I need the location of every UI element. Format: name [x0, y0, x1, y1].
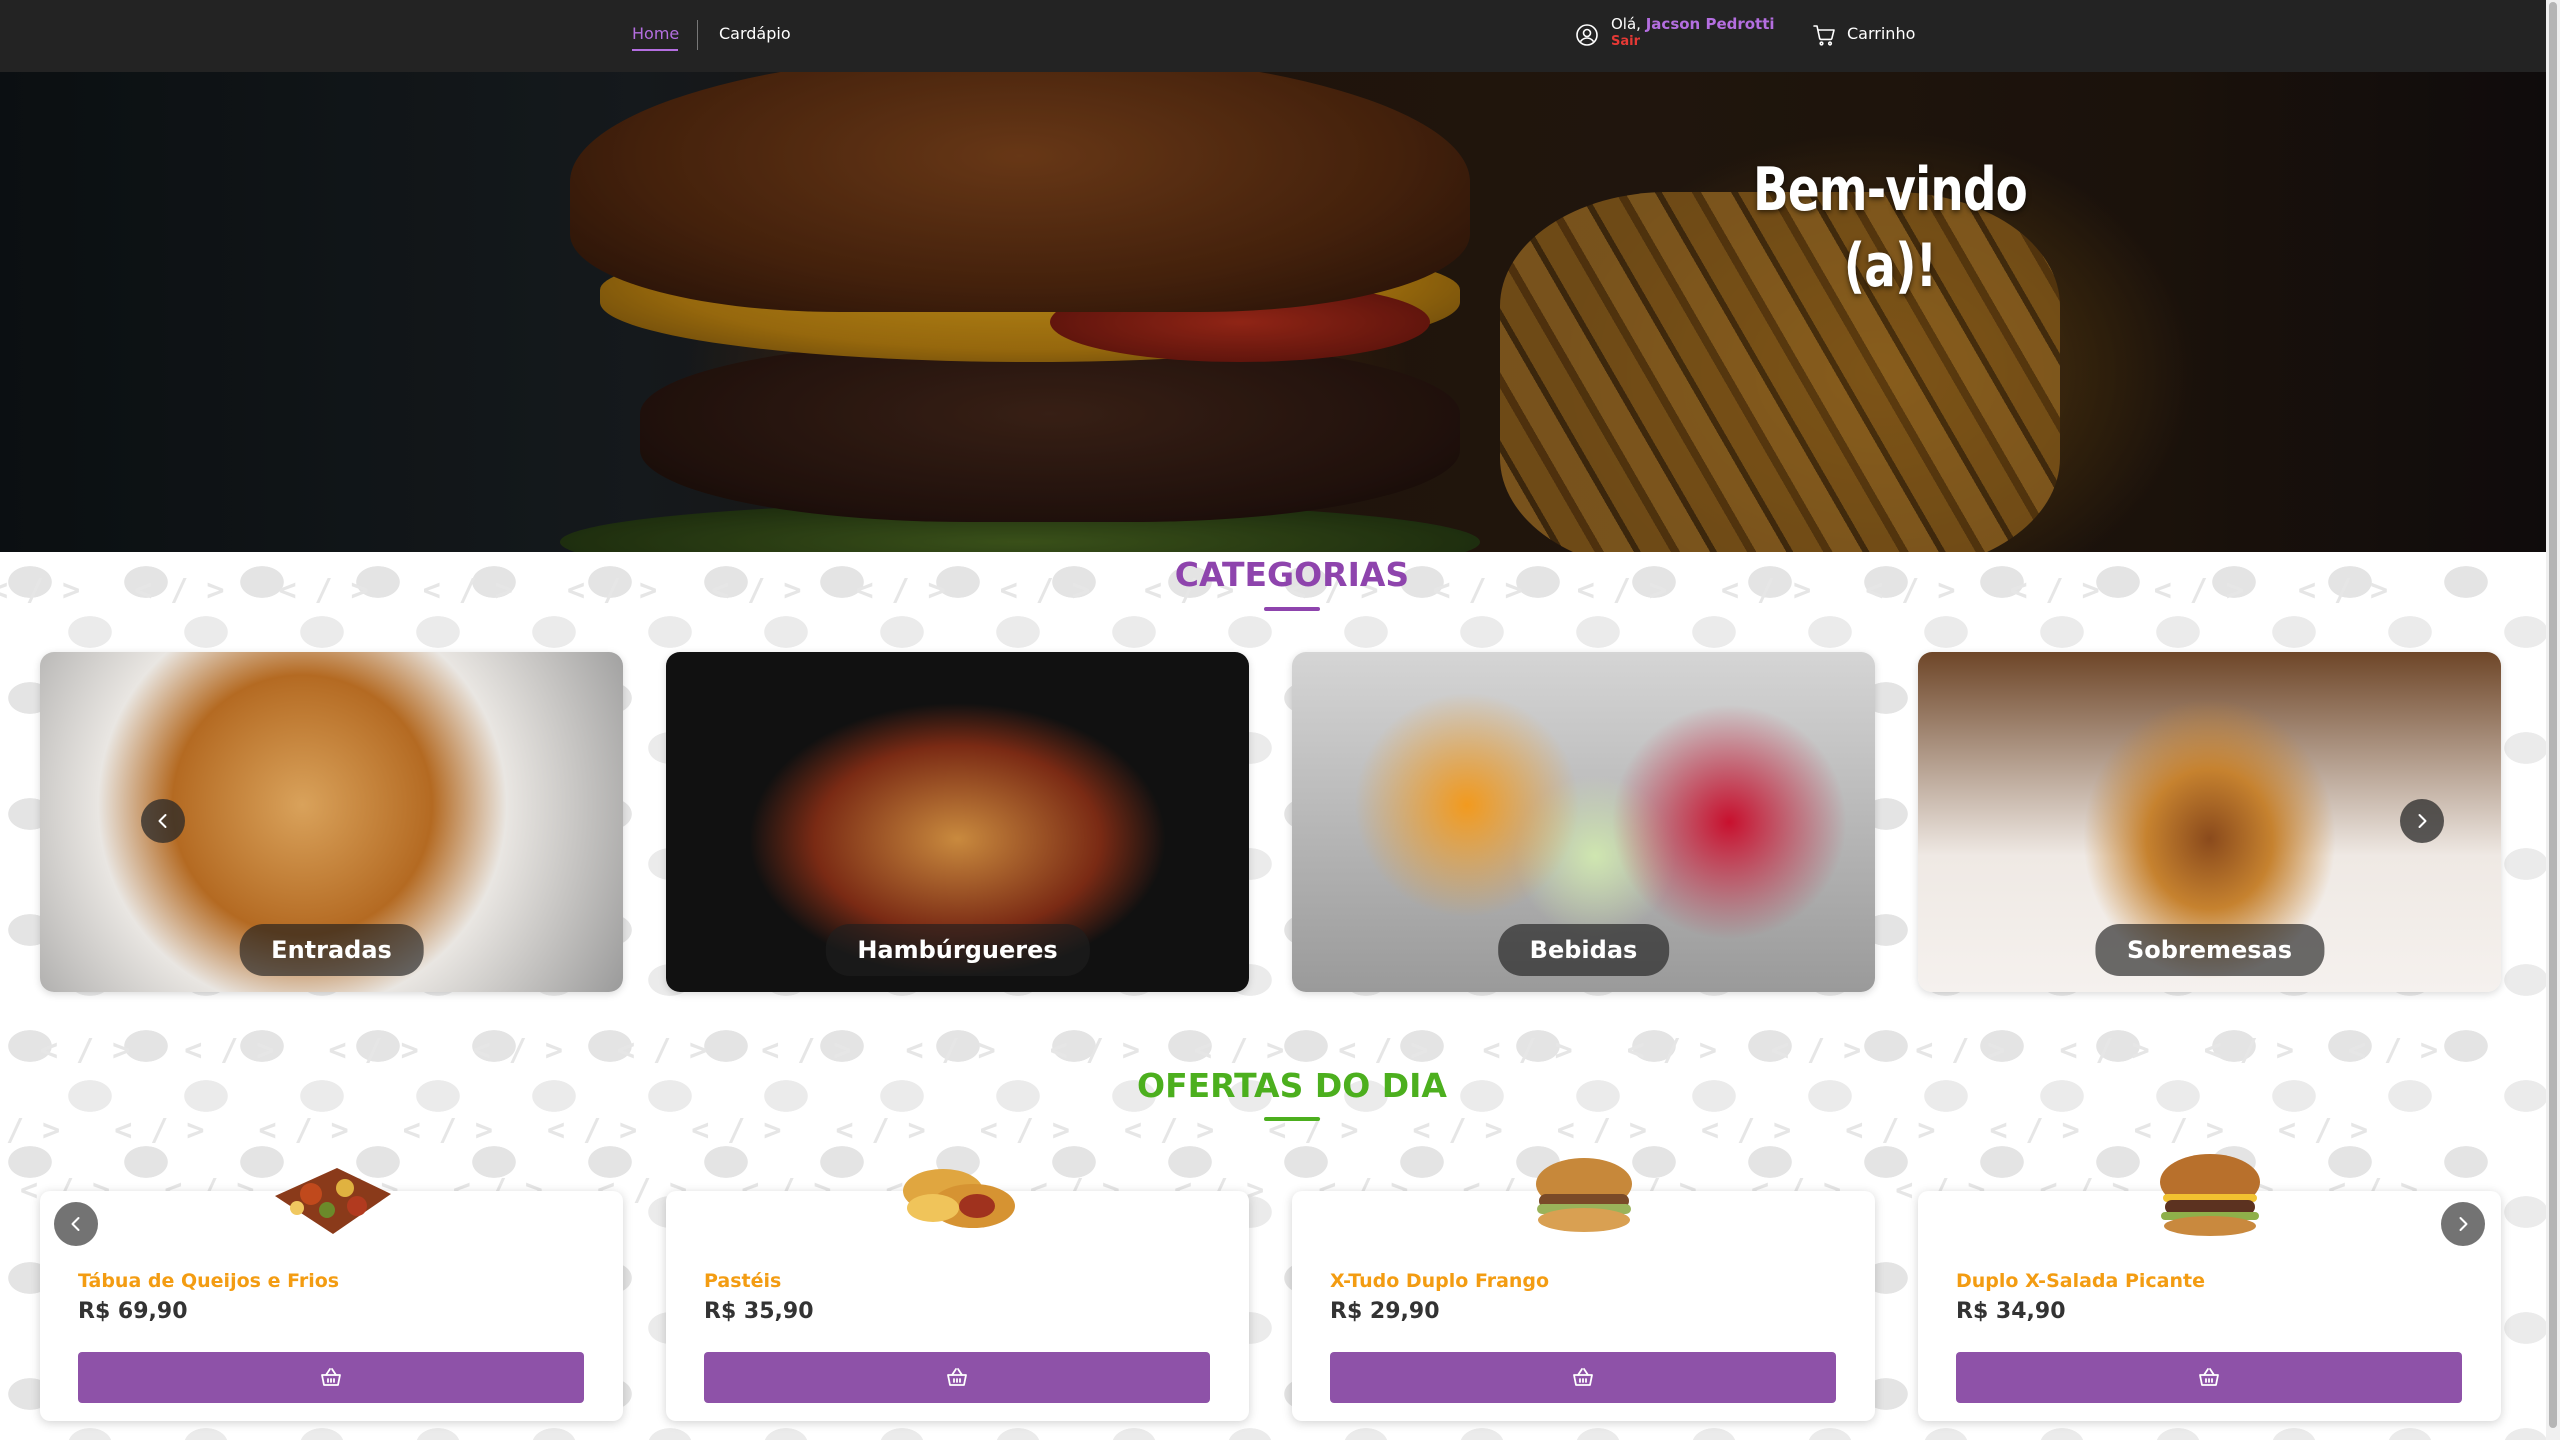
- offer-card: Duplo X-Salada Picante R$ 34,90: [1918, 1154, 2501, 1421]
- offer-card: X-Tudo Duplo Frango R$ 29,90: [1292, 1158, 1875, 1421]
- category-label: Bebidas: [1497, 924, 1670, 976]
- offer-card: Tábua de Queijos e Frios R$ 69,90: [40, 1168, 623, 1421]
- category-card-entradas[interactable]: Entradas: [40, 652, 623, 992]
- offer-price: R$ 35,90: [704, 1299, 814, 1324]
- offer-name: Pastéis: [704, 1270, 782, 1292]
- offers-prev-button[interactable]: [54, 1202, 98, 1246]
- categories-next-button[interactable]: [2400, 799, 2444, 843]
- category-card-bebidas[interactable]: Bebidas: [1292, 652, 1875, 992]
- chevron-left-icon: [71, 1217, 80, 1231]
- offer-name: X-Tudo Duplo Frango: [1330, 1270, 1550, 1292]
- category-label: Hambúrgueres: [825, 924, 1090, 976]
- categories-title: CATEGORIAS: [1174, 555, 1410, 594]
- hero-banner: Bem-vindo (a)!: [0, 72, 2546, 552]
- cart-link[interactable]: Carrinho: [1847, 22, 1915, 46]
- offers-next-button[interactable]: [2441, 1202, 2485, 1246]
- categories-title-underline: [1264, 607, 1320, 611]
- user-circle-icon: [1576, 24, 1598, 46]
- burger-image: [1535, 1158, 1632, 1232]
- add-to-cart-button[interactable]: [1330, 1352, 1836, 1403]
- scrollbar-thumb[interactable]: [2549, 2, 2557, 1428]
- add-to-cart-button[interactable]: [1956, 1352, 2462, 1403]
- basket-icon: [2199, 1368, 2219, 1386]
- add-to-cart-button[interactable]: [704, 1352, 1210, 1403]
- cart-icon[interactable]: [1812, 23, 1836, 47]
- offer-card: Pastéis R$ 35,90: [666, 1169, 1249, 1421]
- add-to-cart-button[interactable]: [78, 1352, 584, 1403]
- offer-price: R$ 29,90: [1330, 1299, 1440, 1324]
- user-name: Jacson Pedrotti: [1645, 15, 1775, 33]
- category-card-hamburgueres[interactable]: Hambúrgueres: [666, 652, 1249, 992]
- offers-title-underline: [1264, 1117, 1320, 1121]
- offer-price: R$ 34,90: [1956, 1299, 2066, 1324]
- chevron-right-icon: [2418, 814, 2427, 828]
- pastel-image: [902, 1169, 1015, 1228]
- cheese-board-image: [274, 1168, 391, 1234]
- hero-overlay: [0, 72, 2546, 552]
- chevron-right-icon: [2459, 1217, 2468, 1231]
- offer-name: Duplo X-Salada Picante: [1956, 1270, 2205, 1292]
- offers-title: OFERTAS DO DIA: [1137, 1066, 1447, 1105]
- basket-icon: [321, 1368, 341, 1386]
- nav-home-active-indicator: [632, 49, 678, 51]
- nav-divider: [697, 20, 698, 50]
- nav-home-link[interactable]: Home: [632, 22, 679, 46]
- greeting-text: Olá,: [1611, 15, 1641, 33]
- basket-icon: [1573, 1368, 1593, 1386]
- nav-menu-link[interactable]: Cardápio: [719, 22, 791, 46]
- user-greeting: Olá, Jacson Pedrotti: [1611, 14, 1775, 34]
- categories-prev-button[interactable]: [141, 799, 185, 843]
- navbar: Home Cardápio Olá, Jacson Pedrotti Sair …: [0, 0, 2546, 72]
- chevron-left-icon: [158, 814, 167, 828]
- logout-link[interactable]: Sair: [1611, 33, 1640, 51]
- offer-price: R$ 69,90: [78, 1299, 188, 1324]
- offer-name: Tábua de Queijos e Frios: [78, 1270, 340, 1292]
- burger-image: [2159, 1154, 2260, 1236]
- basket-icon: [947, 1368, 967, 1386]
- hero-title: Bem-vindo (a)!: [1752, 155, 2028, 301]
- category-label: Sobremesas: [2094, 924, 2325, 976]
- category-label: Entradas: [239, 924, 424, 976]
